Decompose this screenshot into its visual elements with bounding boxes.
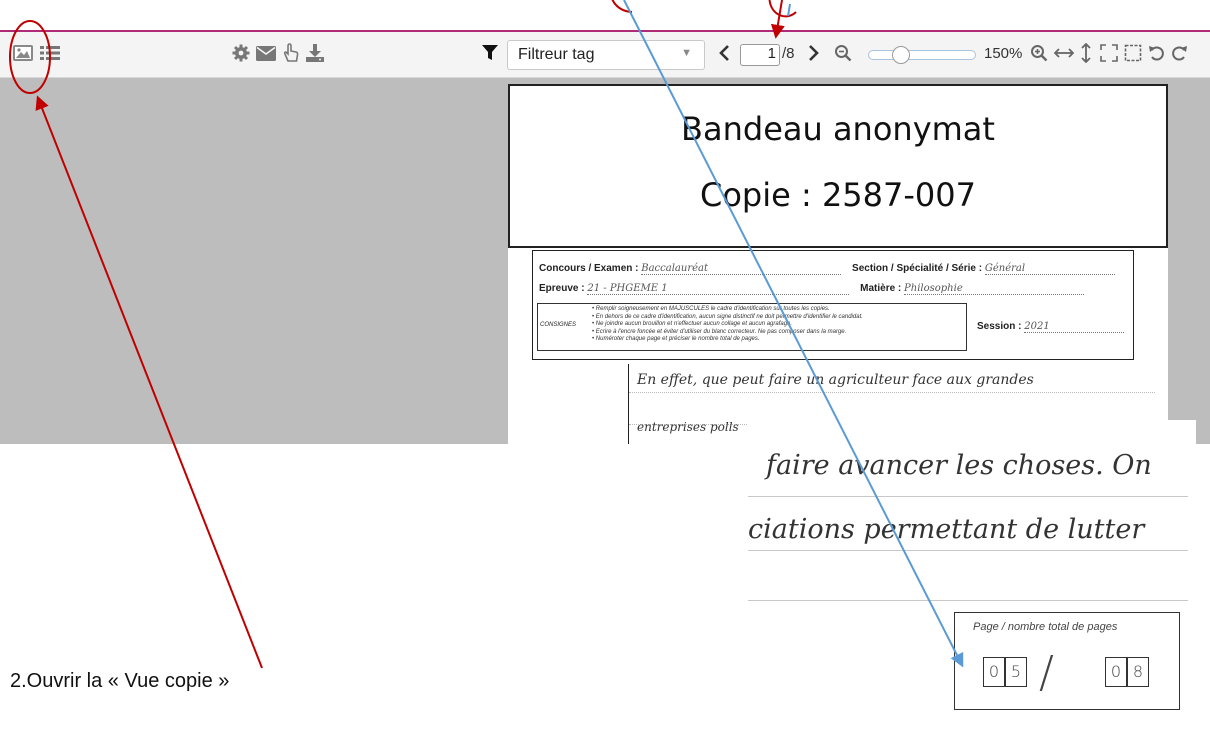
hand-pointer-icon[interactable] [282,42,300,64]
section-label: Section / Spécialité / Série : [852,263,983,274]
instruction-caption: 2.Ouvrir la « Vue copie » [10,670,230,692]
session-label: Session : [977,321,1022,332]
zoom-level-label: 150% [984,45,1023,62]
session-value: 2021 [1024,321,1050,332]
consignes-list: Remplir soigneusement en MAJUSCULES le c… [592,306,863,344]
copy-id: Copie : 2587-007 [700,176,976,214]
select-area-icon[interactable] [1124,42,1142,64]
concours-row: Concours / Examen : Baccalauréat Section… [539,263,1115,275]
handwritten-line: faire avancer les choses. On [766,450,1152,481]
total-digit: 0 [1105,657,1127,687]
ruled-line [748,550,1188,551]
ruled-line [629,392,1155,393]
page-slash: / [1039,647,1054,698]
anonymity-banner: Bandeau anonymat Copie : 2587-007 [508,84,1168,248]
handwritten-line: En effet, que peut faire un agriculteur … [637,372,1034,388]
next-page-icon[interactable] [808,42,820,64]
total-digit: 8 [1127,657,1149,687]
handwritten-line: ciations permettant de lutter [748,514,1145,545]
copy-page: Bandeau anonymat Copie : 2587-007 Concou… [508,84,1168,444]
page-count-box: Page / nombre total de pages 0 5 / 0 8 [954,612,1180,710]
ruled-line [748,496,1188,497]
consigne-item: Numéroter chaque page et préciser le nom… [592,336,863,344]
gear-icon[interactable] [232,42,250,64]
mail-icon[interactable] [256,42,276,64]
session-row: Session : 2021 [977,321,1125,333]
image-view-icon[interactable] [12,42,34,64]
fit-width-icon[interactable] [1054,42,1074,64]
concours-label: Concours / Examen : [539,263,639,274]
matiere-label: Matière : [860,283,902,294]
previous-page-icon[interactable] [718,42,730,64]
page-number-input[interactable]: 1 [740,44,780,66]
tag-filter-select[interactable]: Filtreur tag ▼ [507,40,705,70]
consigne-item: Ne joindre aucun brouillon et n'effectue… [592,321,863,329]
zoom-in-icon[interactable] [1030,42,1048,64]
page-total-label: /8 [782,45,795,62]
concours-value: Baccalauréat [641,263,709,274]
banner-title: Bandeau anonymat [681,110,995,148]
zoom-slider-thumb[interactable] [892,46,910,64]
list-view-icon[interactable] [40,42,60,64]
page-digit: 0 [983,657,1005,687]
handwritten-line: entreprises polls [637,420,739,434]
identification-form: Concours / Examen : Baccalauréat Section… [532,250,1134,360]
viewer-toolbar: Filtreur tag ▼ 1 /8 150% [0,32,1210,78]
consigne-item: Remplir soigneusement en MAJUSCULES le c… [592,306,863,314]
fit-height-icon[interactable] [1080,42,1092,64]
download-icon[interactable] [306,42,324,64]
zoom-slider-track[interactable] [868,50,976,60]
consignes-label: CONSIGNES [540,322,577,328]
highlight-arc [768,0,797,18]
page-digit: 5 [1005,657,1027,687]
epreuve-row: Epreuve : 21 - PHGEME 1 Matière : Philos… [539,283,1085,295]
consigne-item: En dehors de ce cadre d'identification, … [592,314,863,322]
epreuve-label: Epreuve : [539,283,585,294]
fullscreen-icon[interactable] [1100,42,1118,64]
ruled-line [748,600,1188,601]
section-value: Général [984,263,1026,274]
tag-filter-placeholder: Filtreur tag [518,46,595,63]
consigne-item: Ecrire à l'encre foncée et éviter d'util… [592,329,863,337]
rotate-left-icon[interactable] [1148,42,1166,64]
filter-icon [482,42,498,64]
epreuve-value: 21 - PHGEME 1 [587,283,668,294]
instructions-box: CONSIGNES Remplir soigneusement en MAJUS… [537,303,967,351]
highlight-arc [611,0,633,13]
rotate-right-icon[interactable] [1170,42,1188,64]
zoom-out-icon[interactable] [834,42,852,64]
page-count-label: Page / nombre total de pages [973,621,1118,633]
matiere-value: Philosophie [904,283,963,294]
zoomed-page-excerpt: faire avancer les choses. On ciations pe… [748,420,1196,752]
blue-tick [787,3,791,17]
chevron-down-icon: ▼ [681,47,692,59]
